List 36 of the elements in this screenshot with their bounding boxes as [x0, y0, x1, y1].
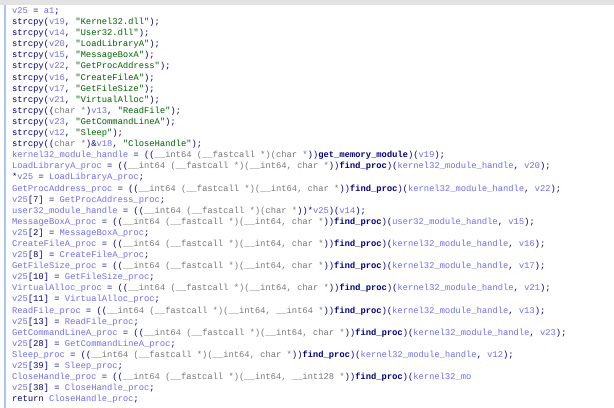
- code-line: strcpy(v15, "MessageBoxA");: [12, 50, 155, 62]
- code-line: LoadLibraryA_proc = ((__int64 (__fastcall *)(__int64, char *))find_proc)(kernel32_module_handle, v20);: [12, 161, 551, 172]
- code-line: Sleep_proc = ((__int64 (__fastcall *)(__int64, char *))find_proc)(kernel32_module_handle, v12);: [12, 350, 514, 361]
- code-line: GetCommandLineA_proc = ((__int64 (__fastcall *)(__int64, char *))find_proc)(kernel32_module_handle, v23);: [12, 328, 566, 339]
- code-line: strcpy(v16, "CreateFileA");: [12, 72, 155, 84]
- code-line: v25[2] = MessageBoxA_proc;: [12, 228, 150, 239]
- code-line: GetProcAddress_proc = ((__int64 (__fastcall *)(__int64, char *))find_proc)(kernel32_module_handle, v22);: [12, 184, 562, 195]
- code-line: CloseHandle_proc = ((__int64 (__fastcall *)(__int64, __int128 *))find_proc)(kernel32_mo: [12, 372, 472, 384]
- code-line: v25[8] = CreateFileA_proc;: [12, 250, 150, 262]
- code-line: return CloseHandle_proc;: [12, 394, 139, 406]
- code-line: v25 = a1;: [12, 6, 60, 18]
- code-line: GetFileSize_proc = ((__int64 (__fastcall *)(__int64, char *))find_proc)(kernel32_module_handle, v17);: [12, 261, 546, 272]
- code-line: strcpy(v23, "GetCommandLineA");: [12, 116, 176, 128]
- code-line: VirtualAlloc_proc = ((__int64 (__fastcall *)(__int64, char *))find_proc)(kernel32_module_handle, v21);: [12, 283, 551, 294]
- code-line: CreateFileA_proc = ((__int64 (__fastcall *)(__int64, char *))find_proc)(kernel32_module_handle, v16);: [12, 238, 546, 250]
- code-line: v25[13] = ReadFile_proc;: [12, 316, 139, 328]
- code-line: kernel32_module_handle = ((__int64 (__fastcall *)(char *))get_memory_module)(v19);: [12, 150, 445, 162]
- code-line: *v25 = LoadLibraryA_proc;: [12, 172, 144, 184]
- code-line: strcpy(v22, "GetProcAddress");: [12, 61, 170, 73]
- code-line: v25[7] = GetProcAddress_proc;: [12, 194, 166, 206]
- code-line: strcpy(v14, "User32.dll");: [12, 28, 150, 40]
- code-line: strcpy((char *)v13, "ReadFile");: [12, 106, 181, 117]
- code-line: strcpy(v19, "Kernel32.dll");: [12, 17, 160, 28]
- code-line: MessageBoxA_proc = ((__int64 (__fastcall *)(__int64, char *))find_proc)(user32_module_handle, v15);: [12, 216, 535, 228]
- code-line: v25[39] = Sleep_proc;: [12, 361, 123, 372]
- code-line: ReadFile_proc = ((__int64 (__fastcall *)(__int64, __int64 *))find_proc)(kernel32_module_handle, v13);: [12, 306, 546, 317]
- code-line: strcpy(v21, "VirtualAlloc");: [12, 94, 160, 106]
- code-line: v25[28] = GetCommandLineA_proc;: [12, 338, 176, 350]
- code-line: user32_module_handle = ((__int64 (__fastcall *)(char *))*v25)(v14);: [12, 206, 366, 217]
- code-line: strcpy(v20, "LoadLibraryA");: [12, 39, 160, 50]
- code-line: v25[10] = GetFileSize_proc;: [12, 272, 155, 284]
- code-line: strcpy(v17, "GetFileSize");: [12, 84, 155, 95]
- code-line: v25[11] = VirtualAlloc_proc;: [12, 294, 160, 306]
- code-line: v25[38] = CloseHandle_proc;: [12, 383, 155, 394]
- code-line: strcpy((char *)&v18, "CloseHandle");: [12, 139, 202, 150]
- code-line: strcpy(v12, "Sleep");: [12, 128, 123, 140]
